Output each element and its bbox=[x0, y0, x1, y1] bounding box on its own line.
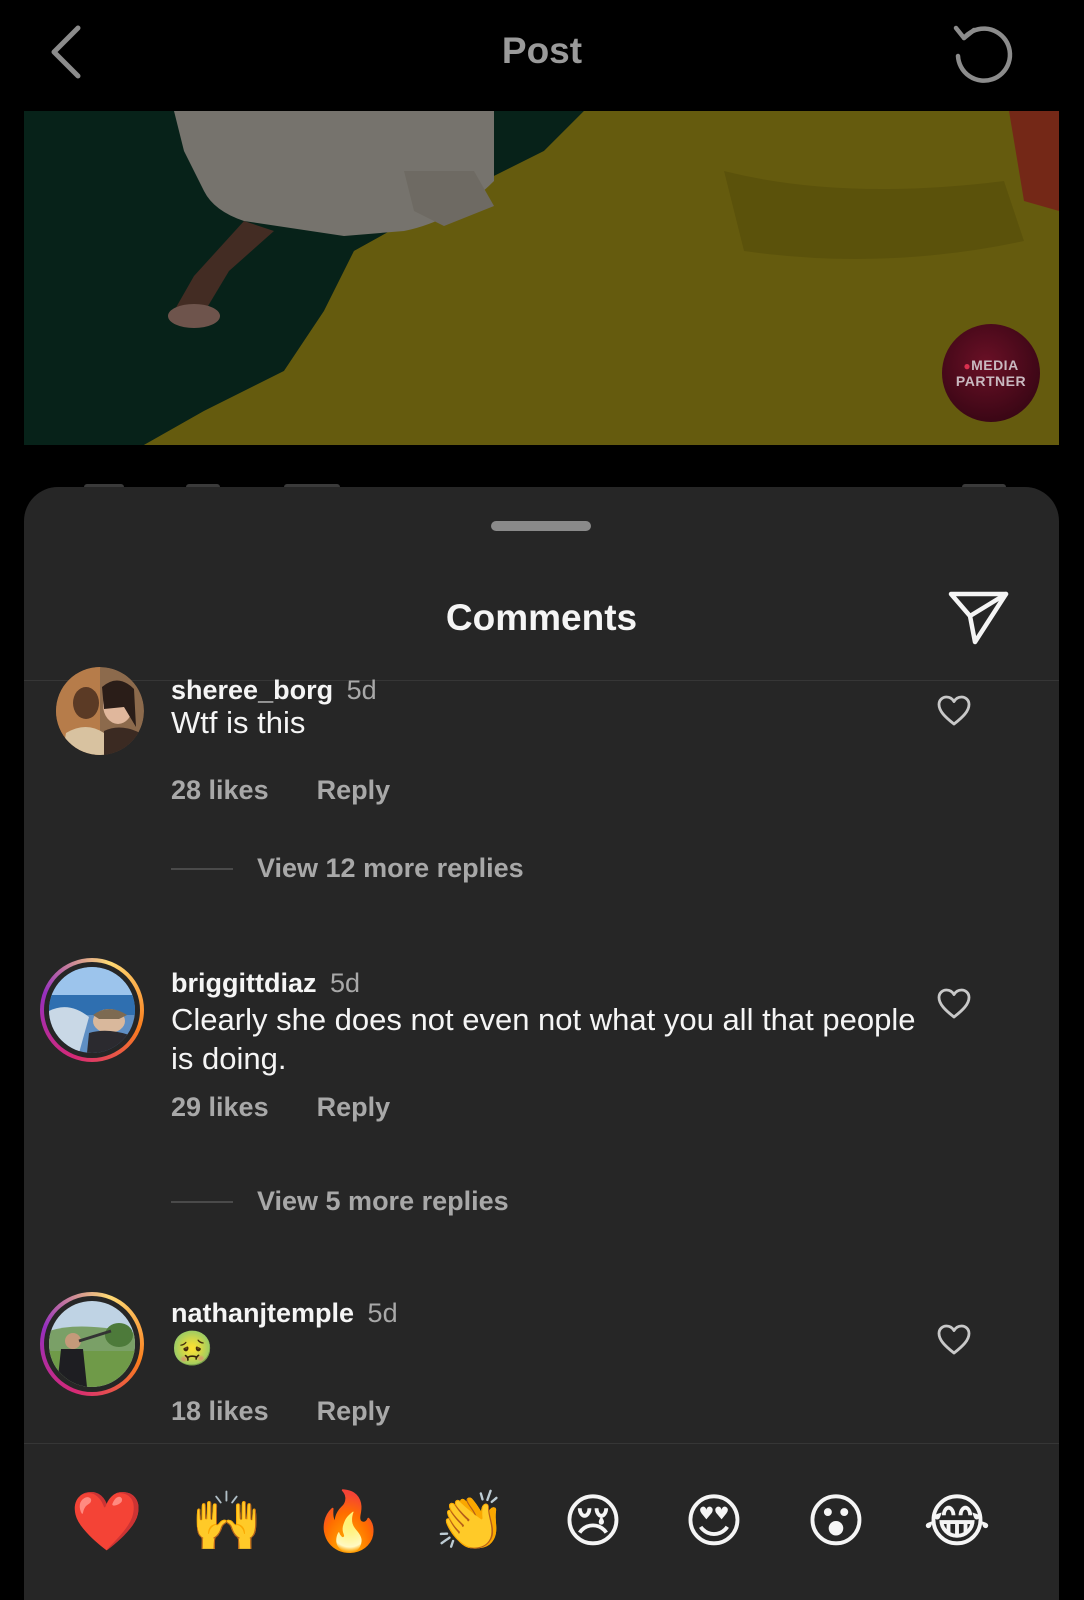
emoji-laughing-button[interactable]: 😂 bbox=[922, 1487, 992, 1557]
comment-time: 5d bbox=[367, 1298, 398, 1328]
comment-item: briggittdiaz 5d Clearly she does not eve… bbox=[24, 950, 1059, 1250]
badge-line2: PARTNER bbox=[955, 372, 1027, 389]
comment-meta: 29 likes Reply bbox=[171, 1092, 390, 1123]
view-more-replies[interactable]: View 12 more replies bbox=[171, 853, 524, 884]
replies-line bbox=[171, 867, 233, 870]
comment-header: nathanjtemple 5d bbox=[171, 1298, 398, 1329]
view-replies-label: View 5 more replies bbox=[257, 1186, 509, 1216]
comment-reply-button[interactable]: Reply bbox=[317, 1396, 391, 1427]
comment-text: Clearly she does not even not what you a… bbox=[171, 1002, 916, 1076]
comment-username[interactable]: sheree_borg bbox=[171, 675, 333, 705]
comment-reply-button[interactable]: Reply bbox=[317, 1092, 391, 1123]
avatar-image bbox=[56, 667, 144, 755]
post-image bbox=[24, 111, 1059, 445]
refresh-button[interactable] bbox=[948, 18, 1016, 86]
comment-text: Wtf is this bbox=[171, 705, 306, 740]
view-more-replies[interactable]: View 5 more replies bbox=[171, 1186, 509, 1217]
avatar-gap bbox=[44, 1296, 140, 1392]
heart-icon bbox=[937, 1324, 971, 1355]
sheet-grabber[interactable] bbox=[491, 521, 591, 531]
emoji-clap-button[interactable]: 👏 bbox=[435, 1487, 507, 1557]
comment-time: 5d bbox=[346, 675, 377, 705]
emoji-heart-eyes-button[interactable]: 😍 bbox=[679, 1487, 749, 1557]
like-comment-button[interactable] bbox=[934, 691, 974, 731]
send-icon bbox=[948, 591, 1009, 645]
sheet-title: Comments bbox=[445, 597, 638, 638]
replies-line bbox=[171, 1200, 233, 1203]
badge-dot-icon: ● bbox=[963, 358, 972, 373]
avatar[interactable] bbox=[56, 667, 144, 755]
heart-icon bbox=[937, 988, 971, 1019]
heart-icon bbox=[937, 695, 971, 726]
emoji-bar-divider bbox=[24, 1443, 1059, 1444]
top-nav-bar: Post bbox=[0, 0, 1084, 110]
post-comments-screen: Post ●MEDIA PARTNER Comments sheree_borg… bbox=[0, 0, 1084, 1600]
emoji-reaction-bar: ❤️ 🙌 🔥 👏 😢 😍 😮 😂 bbox=[24, 1487, 1059, 1567]
comment-meta: 28 likes Reply bbox=[171, 775, 390, 806]
refresh-icon bbox=[953, 25, 1013, 83]
comment-username[interactable]: briggittdiaz bbox=[171, 968, 316, 998]
view-replies-label: View 12 more replies bbox=[257, 853, 524, 883]
comments-sheet: Comments sheree_borg 5d Wtf is this 28 l… bbox=[24, 487, 1059, 1600]
comment-reply-button[interactable]: Reply bbox=[317, 775, 391, 806]
comment-username[interactable]: nathanjtemple bbox=[171, 1298, 354, 1328]
like-comment-button[interactable] bbox=[934, 984, 974, 1024]
comment-header: sheree_borg 5d bbox=[171, 675, 377, 706]
avatar-gap bbox=[44, 962, 140, 1058]
emoji-heart-button[interactable]: ❤️ bbox=[71, 1487, 143, 1557]
emoji-surprised-button[interactable]: 😮 bbox=[801, 1487, 871, 1557]
badge-line1: MEDIA bbox=[971, 356, 1019, 373]
like-comment-button[interactable] bbox=[934, 1320, 974, 1360]
avatar[interactable] bbox=[40, 1292, 144, 1396]
avatar[interactable] bbox=[40, 958, 144, 1062]
avatar-image bbox=[49, 967, 135, 1053]
comment-likes[interactable]: 29 likes bbox=[171, 1092, 269, 1123]
comment-meta: 18 likes Reply bbox=[171, 1396, 390, 1427]
emoji-raised-hands-button[interactable]: 🙌 bbox=[191, 1487, 263, 1557]
comment-time: 5d bbox=[330, 968, 361, 998]
media-partner-logo: ●MEDIA PARTNER bbox=[942, 324, 1040, 422]
comment-item: sheree_borg 5d Wtf is this 28 likes Repl… bbox=[24, 657, 1059, 917]
share-button[interactable] bbox=[946, 585, 1012, 651]
comment-likes[interactable]: 18 likes bbox=[171, 1396, 269, 1427]
comment-item: nathanjtemple 5d 🤢 18 likes Reply bbox=[24, 1284, 1059, 1444]
emoji-fire-button[interactable]: 🔥 bbox=[313, 1487, 385, 1557]
avatar-image bbox=[49, 1301, 135, 1387]
post-media-preview[interactable]: ●MEDIA PARTNER bbox=[24, 111, 1059, 445]
comment-likes[interactable]: 28 likes bbox=[171, 775, 269, 806]
page-title: Post bbox=[501, 30, 583, 71]
comment-header: briggittdiaz 5d bbox=[171, 968, 360, 999]
emoji-crying-button[interactable]: 😢 bbox=[558, 1487, 628, 1557]
comment-text: 🤢 bbox=[171, 1330, 214, 1368]
